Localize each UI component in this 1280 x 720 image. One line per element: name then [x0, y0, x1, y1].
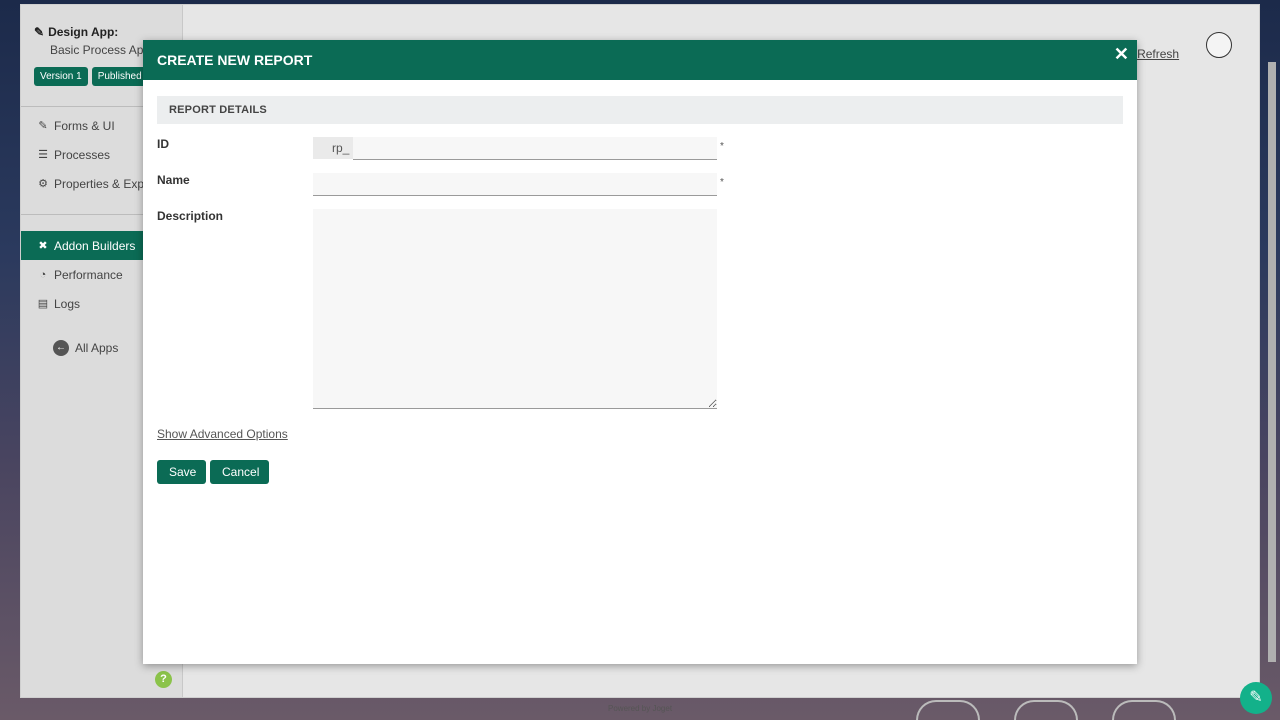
dock-item [1112, 700, 1176, 720]
name-input[interactable] [313, 173, 717, 196]
id-required-mark: * [720, 141, 724, 152]
name-required-mark: * [720, 177, 724, 188]
scroll-icon: ▤ [37, 298, 49, 310]
id-input[interactable] [353, 137, 717, 160]
name-label: Name [157, 173, 190, 187]
dock-item [916, 700, 980, 720]
show-advanced-options-link[interactable]: Show Advanced Options [157, 427, 288, 441]
pencil-icon[interactable]: ✎ [1240, 682, 1272, 714]
dock-item [1014, 700, 1078, 720]
version-badge[interactable]: Version 1 [34, 67, 88, 86]
close-icon[interactable]: ✕ [1114, 44, 1129, 65]
cancel-button[interactable]: Cancel [210, 460, 269, 484]
gear-icon: ⚙ [38, 178, 48, 190]
page-scrollbar[interactable] [1268, 62, 1276, 662]
arrow-left-icon: ← [53, 340, 69, 356]
list-icon: ☰ [38, 149, 48, 161]
edit-icon: ✎ [34, 25, 45, 39]
published-badge[interactable]: Published [91, 67, 148, 86]
dialog-header: CREATE NEW REPORT [143, 40, 1137, 80]
description-label: Description [157, 209, 224, 223]
create-report-dialog: CREATE NEW REPORT ✕ REPORT DETAILS ID rp… [143, 40, 1137, 664]
id-prefix: rp_ [313, 137, 353, 159]
description-textarea[interactable] [313, 209, 717, 409]
section-report-details: REPORT DETAILS [157, 96, 1123, 124]
id-label: ID [157, 137, 169, 151]
question-icon[interactable]: ? [155, 671, 172, 688]
avatar[interactable] [1206, 32, 1232, 58]
form-edit-icon: ✎ [38, 120, 48, 132]
dialog-title: CREATE NEW REPORT [157, 52, 313, 68]
gauge-icon: ◔ [39, 268, 47, 281]
wrench-icon: ✖ [38, 240, 48, 252]
powered-by-text: Powered by Joget [608, 704, 673, 713]
app-title: Design App: [48, 25, 119, 39]
save-button[interactable]: Save [157, 460, 206, 484]
